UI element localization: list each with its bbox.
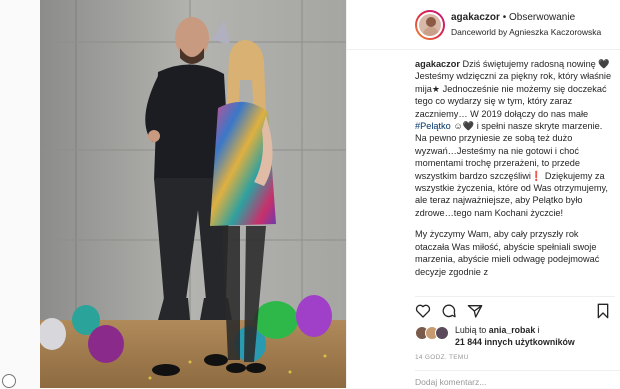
liker-avatars (415, 326, 453, 340)
caption-paragraph-1: agakaczor Dziś świętujemy radosną nowinę… (415, 58, 615, 219)
author-username[interactable]: agakaczor (451, 12, 500, 23)
emoji-icon: ☺🖤 (450, 121, 477, 132)
heart-icon[interactable] (415, 303, 431, 319)
corner-control[interactable] (2, 374, 16, 388)
post-header: agakaczor • Obserwowanie Danceworld by A… (347, 0, 620, 50)
likes-count[interactable]: 21 844 innych użytkowników (455, 337, 575, 347)
star-emoji-icon: ★ (431, 83, 441, 94)
post-location[interactable]: Danceworld by Agnieszka Kaczorowska (451, 27, 601, 37)
bookmark-icon[interactable] (595, 303, 611, 319)
post-author-line: agakaczor • Obserwowanie (451, 12, 575, 23)
exclamation-emoji-icon: ❗ (530, 170, 543, 181)
comment-input[interactable] (415, 375, 605, 389)
photo-image (40, 0, 346, 388)
post-caption: agakaczor Dziś świętujemy radosną nowinę… (415, 58, 615, 290)
separator-dot: • (502, 12, 507, 23)
avatar[interactable] (415, 10, 445, 40)
avatar[interactable] (435, 326, 449, 340)
caption-text-3: Jednocześnie nie możemy się doczekać teg… (415, 83, 607, 119)
post-timestamp[interactable]: 14 GODZ. TEMU (415, 354, 469, 361)
instagram-post-view: agakaczor • Obserwowanie Danceworld by A… (0, 0, 620, 389)
post-actions (415, 296, 615, 322)
share-icon[interactable] (467, 303, 483, 319)
caption-scrollbar[interactable] (609, 58, 613, 290)
caption-paragraph-2: My życzymy Wam, aby cały przyszły rok ot… (415, 229, 600, 277)
caption-username[interactable]: agakaczor (415, 59, 460, 69)
post-side-panel: agakaczor • Obserwowanie Danceworld by A… (346, 0, 620, 389)
likes-summary: Lubią to ania_robak i 21 844 innych użyt… (415, 324, 615, 350)
caption-text-1: Dziś świętujemy radosną nowinę (462, 59, 599, 69)
likes-conjunction: i (535, 325, 540, 335)
avatar-image (417, 12, 443, 38)
hashtag-link[interactable]: #Pelątko (415, 121, 451, 131)
likes-text: Lubią to ania_robak i 21 844 innych użyt… (455, 325, 615, 348)
liker-username[interactable]: ania_robak (489, 325, 535, 335)
likes-prefix: Lubią to (455, 325, 487, 335)
comment-icon[interactable] (441, 303, 457, 319)
comment-box (415, 370, 620, 389)
post-photo[interactable] (40, 0, 346, 388)
follow-status-button[interactable]: Obserwowanie (509, 12, 575, 23)
